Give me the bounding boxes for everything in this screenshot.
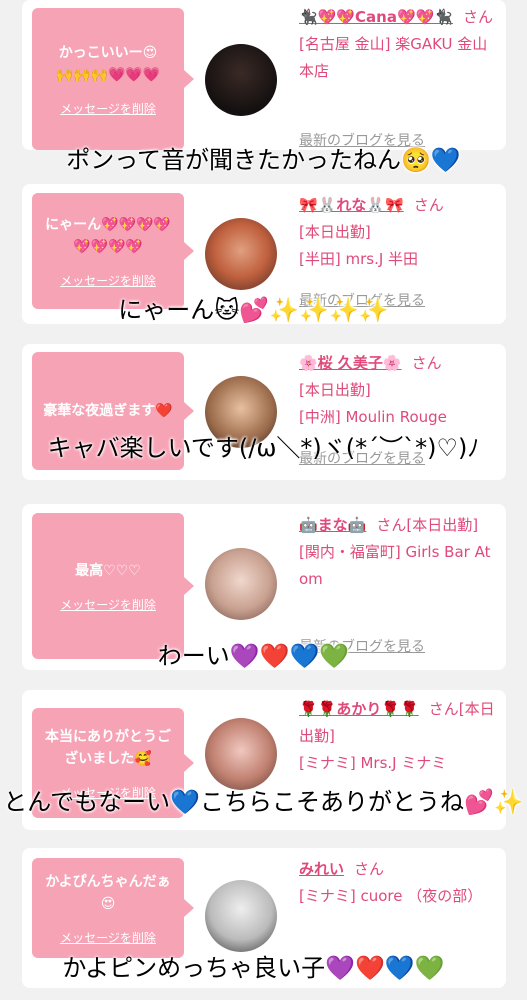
message-text: 豪華な夜過ぎます❤️ [43,403,173,419]
honorific: さん[本日出勤] [376,516,479,534]
member-name-link[interactable]: 🌸桜 久美子🌸 [299,354,402,372]
delete-message-link[interactable]: メッセージを削除 [60,272,156,289]
member-info: 🎀🐰れな🐰🎀 さん [本日出勤] [半田] mrs.J 半田 [299,192,497,273]
honorific: さん [413,196,444,214]
avatar[interactable] [205,548,277,620]
honorific: さん [354,860,385,878]
shop-info: [名古屋 金山] 楽GAKU 金山本店 [299,35,488,80]
message-text: にゃーん💖💖💖💖💖💖💖💖 [45,216,171,255]
overlay-caption: わーい💜❤️💙💚 [157,642,350,670]
member-info: 🌹🌹あかり🌹🌹 さん[本日出勤] [ミナミ] Mrs.J ミナミ [299,696,497,777]
message-text: かよぴんちゃんだぁ😍 [45,873,171,912]
honorific: さん [463,8,494,26]
member-name-link[interactable]: 🐈‍⬛💖💖Cana💖💖🐈‍⬛ [299,8,453,26]
avatar[interactable] [205,880,277,952]
member-name-link[interactable]: 🎀🐰れな🐰🎀 [299,196,404,214]
overlay-caption: ポンって音が聞きたかったねん🥺💙 [66,146,461,174]
shop-info: [関内・福富町] Girls Bar Atom [299,543,491,588]
overlay-caption: キャバ楽しいです(/ω＼*)ヾ(*´︶`*)♡)ﾉ [47,434,480,462]
shop-info: [ミナミ] cuore （夜の部） [299,887,483,905]
shop-info: [本日出勤] [半田] mrs.J 半田 [299,223,419,268]
message-text: 最高♡♡♡ [75,562,141,579]
shop-info: [本日出勤] [中洲] Moulin Rouge [299,381,447,426]
member-name-link[interactable]: みれい [299,860,344,878]
overlay-caption: かよピンめっちゃ良い子💜❤️💙💚 [62,954,445,982]
shop-info: [ミナミ] Mrs.J ミナミ [299,754,447,772]
member-info: 🐈‍⬛💖💖Cana💖💖🐈‍⬛ さん [名古屋 金山] 楽GAKU 金山本店 [299,4,497,85]
overlay-caption: とんでもなーい💙こちらこそありがとうね💕✨ [3,788,524,816]
overlay-caption: にゃーん🐱💕✨✨✨✨ [118,296,389,324]
message-text: 本当にありがとうございました🥰 [45,728,171,767]
member-info: 🌸桜 久美子🌸 さん [本日出勤] [中洲] Moulin Rouge [299,350,497,431]
member-info: みれい さん [ミナミ] cuore （夜の部） [299,856,497,910]
member-name-link[interactable]: 🌹🌹あかり🌹🌹 [299,700,419,718]
message-text: かっこいいー😍 🙌🙌🙌💗💗💗 [55,44,161,83]
member-info: 🤖まな🤖 さん[本日出勤] [関内・福富町] Girls Bar Atom [299,512,497,593]
member-name-link[interactable]: 🤖まな🤖 [299,516,366,534]
avatar[interactable] [205,718,277,790]
delete-message-link[interactable]: メッセージを削除 [60,929,156,946]
avatar[interactable] [205,44,277,116]
message-bubble: かよぴんちゃんだぁ😍 メッセージを削除 [32,858,194,958]
delete-message-link[interactable]: メッセージを削除 [60,596,156,613]
avatar[interactable] [205,218,277,290]
honorific: さん [411,354,442,372]
message-bubble: かっこいいー😍 🙌🙌🙌💗💗💗 メッセージを削除 [32,8,194,150]
delete-message-link[interactable]: メッセージを削除 [60,100,156,117]
